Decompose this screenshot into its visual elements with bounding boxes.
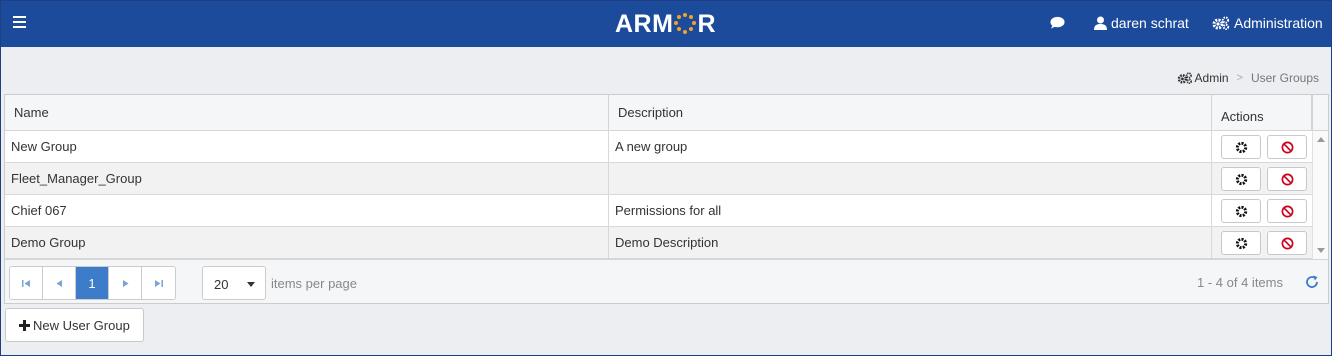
- pager: 1 20 items per page 1 - 4 of 4 items: [5, 259, 1328, 303]
- cell-description: A new group: [609, 131, 1212, 162]
- cell-actions: [1212, 131, 1312, 162]
- cell-description: Permissions for all: [609, 195, 1212, 226]
- cell-name: Fleet_Manager_Group: [5, 163, 609, 194]
- cell-actions: [1212, 227, 1312, 258]
- breadcrumb: Admin > User Groups: [1177, 71, 1319, 85]
- user-icon: [1094, 16, 1107, 30]
- grid-body: New Group A new group Fleet_Manager_Grou…: [5, 131, 1312, 259]
- delete-group-button[interactable]: [1267, 199, 1307, 223]
- vertical-scrollbar[interactable]: [1312, 131, 1328, 259]
- plus-icon: [19, 319, 30, 331]
- cell-name: Demo Group: [5, 227, 609, 258]
- cell-name: Chief 067: [5, 195, 609, 226]
- cell-name: New Group: [5, 131, 609, 162]
- cell-description: [609, 163, 1212, 194]
- chevron-down-icon: [247, 282, 255, 287]
- gear-icon: [1235, 237, 1247, 249]
- breadcrumb-admin-label: Admin: [1194, 71, 1229, 85]
- top-navbar: ARM R daren schrat Administration: [1, 1, 1331, 47]
- logo-dots-icon: [674, 13, 697, 35]
- edit-group-button[interactable]: [1221, 167, 1261, 191]
- cell-actions: [1212, 163, 1312, 194]
- breadcrumb-separator: >: [1236, 72, 1243, 84]
- pager-buttons: 1: [9, 266, 176, 300]
- new-user-group-button[interactable]: New User Group: [5, 308, 144, 342]
- column-header-description[interactable]: Description: [609, 95, 1212, 131]
- table-row[interactable]: Chief 067 Permissions for all: [5, 195, 1312, 227]
- user-groups-grid: Name Description Actions New Group A new…: [4, 94, 1329, 304]
- table-row[interactable]: New Group A new group: [5, 131, 1312, 163]
- user-menu[interactable]: daren schrat: [1094, 15, 1189, 31]
- cell-description: Demo Description: [609, 227, 1212, 258]
- gear-icon: [1235, 173, 1247, 185]
- last-page-button[interactable]: [142, 267, 175, 299]
- gear-icon: [1235, 141, 1247, 153]
- gears-icon: [1212, 16, 1230, 30]
- edit-group-button[interactable]: [1221, 135, 1261, 159]
- items-per-page-label: items per page: [271, 276, 357, 291]
- next-page-button[interactable]: [109, 267, 142, 299]
- edit-group-button[interactable]: [1221, 199, 1261, 223]
- app-window: ARM R daren schrat Administration Admin …: [0, 0, 1332, 356]
- ban-icon: [1281, 205, 1293, 217]
- chat-icon[interactable]: [1050, 16, 1065, 30]
- column-header-actions: Actions: [1212, 95, 1312, 131]
- scroll-down-icon[interactable]: [1317, 248, 1325, 253]
- hamburger-menu-icon[interactable]: [13, 16, 26, 28]
- new-user-group-label: New User Group: [33, 317, 130, 333]
- delete-group-button[interactable]: [1267, 231, 1307, 255]
- breadcrumb-current: User Groups: [1250, 71, 1319, 85]
- gear-icon: [1235, 205, 1247, 217]
- ban-icon: [1281, 141, 1293, 153]
- column-header-name[interactable]: Name: [5, 95, 609, 131]
- table-row[interactable]: Fleet_Manager_Group: [5, 163, 1312, 195]
- ban-icon: [1281, 173, 1293, 185]
- grid-header: Name Description Actions: [5, 95, 1328, 131]
- ban-icon: [1281, 237, 1293, 249]
- first-page-icon: [21, 279, 30, 287]
- next-page-icon: [122, 279, 128, 287]
- pager-info: 1 - 4 of 4 items: [1197, 275, 1283, 290]
- edit-group-button[interactable]: [1221, 231, 1261, 255]
- prev-page-icon: [56, 279, 62, 287]
- gears-icon: [1177, 72, 1192, 84]
- scroll-up-icon[interactable]: [1317, 137, 1325, 142]
- page-1-button[interactable]: 1: [76, 267, 109, 299]
- armor-logo: ARM R: [615, 9, 716, 38]
- breadcrumb-admin-link[interactable]: Admin: [1177, 71, 1229, 85]
- first-page-button[interactable]: [10, 267, 43, 299]
- cell-actions: [1212, 195, 1312, 226]
- delete-group-button[interactable]: [1267, 135, 1307, 159]
- prev-page-button[interactable]: [43, 267, 76, 299]
- administration-label: Administration: [1234, 15, 1323, 31]
- administration-menu[interactable]: Administration: [1212, 15, 1323, 31]
- header-scroll-spacer: [1312, 95, 1328, 131]
- refresh-icon[interactable]: [1304, 274, 1320, 290]
- delete-group-button[interactable]: [1267, 167, 1307, 191]
- page-size-select[interactable]: 20: [202, 266, 266, 300]
- table-row[interactable]: Demo Group Demo Description: [5, 227, 1312, 259]
- last-page-icon: [155, 279, 163, 287]
- user-name: daren schrat: [1111, 15, 1189, 31]
